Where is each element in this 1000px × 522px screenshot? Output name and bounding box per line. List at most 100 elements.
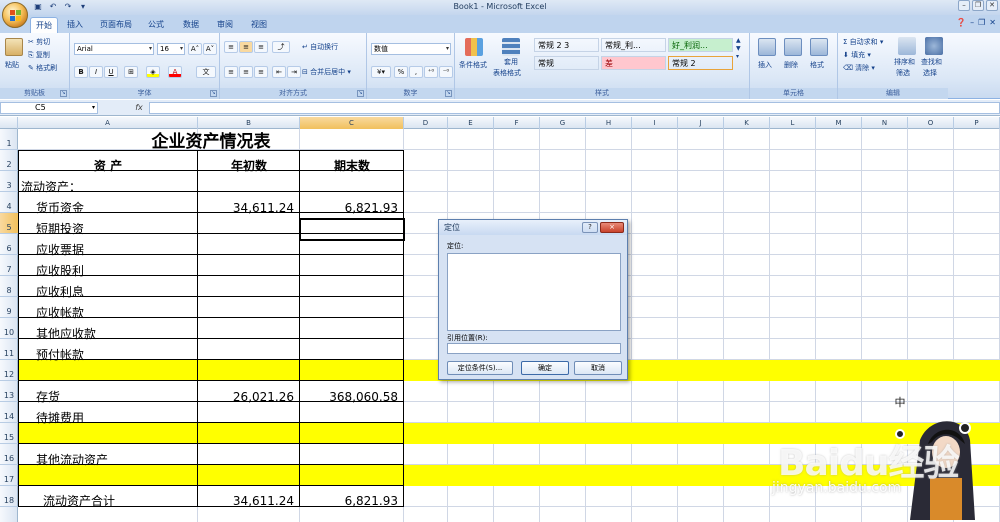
row-header-18[interactable]: 18 <box>0 486 18 507</box>
fill-button[interactable]: ⬇ 填充 ▾ <box>843 50 871 61</box>
row-header-6[interactable]: 6 <box>0 234 18 255</box>
cell-style-normal-2[interactable]: 常规 2 <box>668 56 733 70</box>
align-left-icon[interactable]: ≡ <box>224 66 238 78</box>
select-all-corner[interactable] <box>0 117 18 129</box>
clear-button[interactable]: ⌫ 清除 ▾ <box>843 63 875 74</box>
row-header-11[interactable]: 11 <box>0 339 18 360</box>
column-header-m[interactable]: M <box>816 117 862 129</box>
bold-button[interactable]: B <box>74 66 88 78</box>
align-right-icon[interactable]: ≡ <box>254 66 268 78</box>
row-header-13[interactable]: 13 <box>0 381 18 402</box>
align-middle-icon[interactable]: ≡ <box>239 41 253 53</box>
row-header-3[interactable]: 3 <box>0 171 18 192</box>
column-header-g[interactable]: G <box>540 117 586 129</box>
format-as-table-button[interactable]: 套用 <box>504 57 518 68</box>
sort-filter-button[interactable]: 排序和 <box>894 57 915 68</box>
dialog-close-icon[interactable]: × <box>600 222 624 233</box>
formula-input[interactable] <box>149 102 1000 114</box>
italic-button[interactable]: I <box>89 66 103 78</box>
binoculars-icon[interactable] <box>925 37 943 55</box>
row-header-15[interactable]: 15 <box>0 423 18 444</box>
row-header-4[interactable]: 4 <box>0 192 18 213</box>
font-color-icon[interactable]: A <box>168 66 182 78</box>
align-center-icon[interactable]: ≡ <box>239 66 253 78</box>
column-header-o[interactable]: O <box>908 117 954 129</box>
tab-page-layout[interactable]: 页面布局 <box>96 17 136 33</box>
row-header-1[interactable]: 1 <box>0 129 18 150</box>
row-header-10[interactable]: 10 <box>0 318 18 339</box>
find-select-button[interactable]: 查找和 <box>921 57 942 68</box>
paste-button[interactable]: 粘贴 <box>5 60 19 71</box>
styles-scroll-icon[interactable]: ▲ ▼ ▾ <box>736 37 741 61</box>
conditional-format-button[interactable]: 条件格式 <box>459 60 487 71</box>
outdent-icon[interactable]: ⇤ <box>272 66 286 78</box>
row-header-12[interactable]: 12 <box>0 360 18 381</box>
column-header-n[interactable]: N <box>862 117 908 129</box>
ok-button[interactable]: 确定 <box>521 361 569 375</box>
orientation-icon[interactable]: ⤴ <box>272 41 290 53</box>
conditional-format-icon[interactable] <box>465 38 483 56</box>
row-header-7[interactable]: 7 <box>0 255 18 276</box>
tab-home[interactable]: 开始 <box>30 17 58 33</box>
row-header-14[interactable]: 14 <box>0 402 18 423</box>
column-header-j[interactable]: J <box>678 117 724 129</box>
align-bottom-icon[interactable]: ≡ <box>254 41 268 53</box>
column-header-f[interactable]: F <box>494 117 540 129</box>
active-cell-c5[interactable] <box>299 218 405 241</box>
row-header-5[interactable]: 5 <box>0 213 18 234</box>
goto-list[interactable] <box>447 253 621 331</box>
grow-font-button[interactable]: A˄ <box>188 43 202 55</box>
font-launcher-icon[interactable]: ↘ <box>210 90 217 97</box>
row-header-2[interactable]: 2 <box>0 150 18 171</box>
name-box[interactable]: C5 ▾ <box>0 102 98 114</box>
tab-data[interactable]: 数据 <box>178 17 204 33</box>
ribbon-restore-icon[interactable]: ❐ <box>978 18 985 27</box>
insert-cells-button[interactable]: 插入 <box>758 60 772 71</box>
cell-style-1[interactable]: 常规 2 3 <box>534 38 599 52</box>
copy-button[interactable]: ⎘ 复制 <box>28 50 50 61</box>
cancel-button[interactable]: 取消 <box>574 361 622 375</box>
format-painter-button[interactable]: ✎ 格式刷 <box>28 63 57 74</box>
shrink-font-button[interactable]: A˅ <box>203 43 217 55</box>
paste-icon[interactable] <box>5 38 23 56</box>
workbook-close-icon[interactable]: ✕ <box>989 18 996 27</box>
cell-style-normal[interactable]: 常规 <box>534 56 599 70</box>
cell-style-good[interactable]: 好_利润... <box>668 38 733 52</box>
comma-style-icon[interactable]: , <box>409 66 423 78</box>
column-header-i[interactable]: I <box>632 117 678 129</box>
delete-cells-icon[interactable] <box>784 38 802 56</box>
insert-function-icon[interactable]: fx <box>132 102 146 114</box>
column-header-c[interactable]: C <box>300 117 404 129</box>
row-header-9[interactable]: 9 <box>0 297 18 318</box>
number-launcher-icon[interactable]: ↘ <box>445 90 452 97</box>
restore-icon[interactable]: ❐ <box>972 0 984 11</box>
align-top-icon[interactable]: ≡ <box>224 41 238 53</box>
tab-insert[interactable]: 插入 <box>62 17 88 33</box>
goto-special-button[interactable]: 定位条件(S)... <box>447 361 513 375</box>
ribbon-minimize-icon[interactable]: – <box>970 18 974 27</box>
reference-input[interactable] <box>447 343 621 354</box>
format-cells-icon[interactable] <box>810 38 828 56</box>
fill-color-icon[interactable]: ◈ <box>146 66 160 78</box>
office-button[interactable] <box>2 2 28 28</box>
column-header-b[interactable]: B <box>198 117 300 129</box>
decrease-decimal-icon[interactable]: ⁻⁰ <box>439 66 453 78</box>
currency-icon[interactable]: ¥▾ <box>371 66 391 78</box>
alignment-launcher-icon[interactable]: ↘ <box>357 90 364 97</box>
number-format-select[interactable]: 数值 ▾ <box>371 43 451 55</box>
increase-decimal-icon[interactable]: ⁺⁰ <box>424 66 438 78</box>
help-icon[interactable]: ❓ <box>956 18 966 27</box>
column-header-h[interactable]: H <box>586 117 632 129</box>
column-header-a[interactable]: A <box>18 117 198 129</box>
wrap-text-button[interactable]: ↵ 自动换行 <box>302 42 338 53</box>
row-header-17[interactable]: 17 <box>0 465 18 486</box>
column-header-d[interactable]: D <box>404 117 448 129</box>
column-header-p[interactable]: P <box>954 117 1000 129</box>
column-header-e[interactable]: E <box>448 117 494 129</box>
row-header-8[interactable]: 8 <box>0 276 18 297</box>
tab-review[interactable]: 审阅 <box>212 17 238 33</box>
merge-center-button[interactable]: ⊟ 合并后居中 ▾ <box>302 67 351 78</box>
tab-view[interactable]: 视图 <box>246 17 272 33</box>
insert-cells-icon[interactable] <box>758 38 776 56</box>
minimize-icon[interactable]: – <box>958 0 970 11</box>
